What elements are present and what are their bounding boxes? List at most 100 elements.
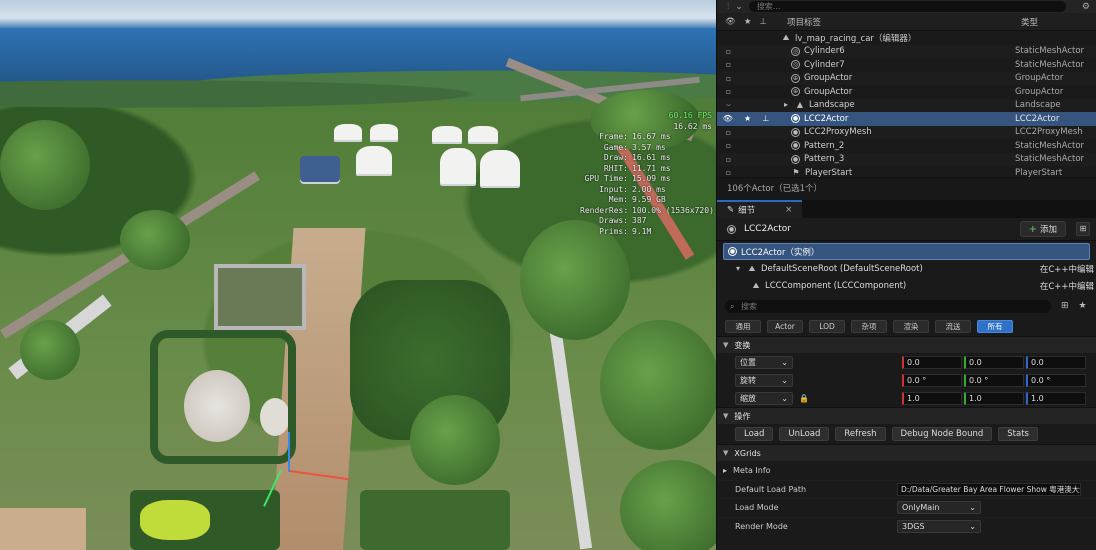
- component-row[interactable]: ⛰ LCCComponent (LCCComponent) 在C++中编辑: [717, 277, 1096, 294]
- location-z-field[interactable]: 0.0: [1026, 355, 1086, 369]
- viewport-path: [0, 508, 86, 550]
- stats-button[interactable]: Stats: [998, 427, 1038, 441]
- outliner-row[interactable]: ▫ ⊕ GroupActor GroupActor: [717, 71, 1096, 85]
- lock-icon[interactable]: ▫: [726, 74, 731, 83]
- outliner-row[interactable]: ▫ ● Pattern_2 StaticMeshActor: [717, 139, 1096, 153]
- rotation-y-field[interactable]: 0.0 °: [964, 373, 1024, 387]
- details-actor-name: LCC2Actor: [744, 224, 791, 234]
- expand-arrow-icon[interactable]: ▾: [733, 264, 743, 274]
- actor-icon: ●: [791, 127, 800, 137]
- render-mode-dropdown[interactable]: 3DGS ⌄: [897, 519, 981, 533]
- viewport-tent: [370, 124, 398, 140]
- category-misc[interactable]: 杂项: [851, 319, 887, 333]
- viewport-tent: [440, 148, 476, 184]
- pin-icon[interactable]: ⊥: [760, 17, 767, 27]
- location-x-field[interactable]: 0.0: [902, 355, 962, 369]
- column-type[interactable]: 类型: [1013, 16, 1096, 28]
- section-operations[interactable]: ▼ 操作: [717, 407, 1096, 424]
- settings-icon[interactable]: ⚙: [1082, 2, 1090, 12]
- rotation-dropdown[interactable]: 旋转 ⌄: [735, 373, 793, 387]
- debug-node-bound-button[interactable]: Debug Node Bound: [891, 427, 993, 441]
- edit-in-cpp-link[interactable]: 在C++中编辑: [1040, 280, 1096, 292]
- group-icon: ⊕: [791, 73, 800, 83]
- default-load-path-field[interactable]: D:/Data/Greater Bay Area Flower Show 粤港澳…: [897, 482, 1081, 496]
- category-rendering[interactable]: 渲染: [893, 319, 929, 333]
- viewport-tree: [410, 395, 500, 485]
- chevron-down-icon[interactable]: ⌄: [735, 2, 743, 12]
- visibility-eye-icon[interactable]: 👁: [725, 17, 736, 27]
- outliner-row[interactable]: ▫ ● Pattern_3 StaticMeshActor: [717, 152, 1096, 166]
- lock-icon[interactable]: ▫: [726, 87, 731, 96]
- stats-overlay: 60.16 FPS 16.62 ms Frame: 16.67 ms Game: 3…: [580, 111, 714, 237]
- location-y-field[interactable]: 0.0: [964, 355, 1024, 369]
- lock-icon[interactable]: 🔒: [799, 394, 809, 403]
- outliner-row[interactable]: ▫ ◎ Cylinder6 StaticMeshActor: [717, 44, 1096, 58]
- scale-x-field[interactable]: 1.0: [902, 391, 962, 405]
- visibility-eye-icon[interactable]: 👁: [723, 114, 733, 123]
- star-icon[interactable]: ★: [744, 114, 751, 123]
- transform-gizmo-z-axis[interactable]: [288, 432, 290, 472]
- add-component-button[interactable]: + 添加: [1019, 221, 1066, 237]
- outliner-row[interactable]: ⌣ ▸ ▲ Landscape Landscape: [717, 98, 1096, 112]
- outliner-row[interactable]: ▫ ● LCC2ProxyMesh LCC2ProxyMesh: [717, 125, 1096, 139]
- refresh-button[interactable]: Refresh: [835, 427, 886, 441]
- outliner-search-input[interactable]: 搜索...: [748, 1, 1066, 12]
- outliner-root-row[interactable]: ⛰ lv_map_racing_car（编辑器）: [717, 31, 1096, 45]
- lock-icon[interactable]: ▫: [726, 155, 731, 164]
- load-button[interactable]: Load: [735, 427, 774, 441]
- viewport-tree: [120, 210, 190, 270]
- edit-in-cpp-link[interactable]: 在C++中编辑: [1040, 263, 1096, 275]
- location-dropdown[interactable]: 位置 ⌄: [735, 355, 793, 369]
- collapse-icon[interactable]: ⌣: [726, 100, 731, 110]
- section-xgrids[interactable]: ▼ XGrids: [717, 444, 1096, 461]
- meta-info-row[interactable]: ▸ Meta Info: [717, 461, 1096, 480]
- close-icon[interactable]: ×: [785, 205, 792, 215]
- viewport-tent: [356, 146, 392, 174]
- component-tree: ● LCC2Actor（实例） ▾ ⛰ DefaultSceneRoot (De…: [717, 240, 1096, 294]
- search-icon: ⌕: [730, 301, 735, 311]
- lock-icon[interactable]: ▫: [726, 128, 731, 137]
- component-instance-row[interactable]: ● LCC2Actor（实例）: [723, 243, 1090, 260]
- lock-icon[interactable]: ▫: [726, 47, 731, 56]
- details-search-input[interactable]: ⌕ 搜索: [725, 299, 1051, 313]
- level-viewport[interactable]: 60.16 FPS 16.62 ms Frame: 16.67 ms Game: 3…: [0, 0, 716, 550]
- outliner-row[interactable]: ▫ ⚑ PlayerStart PlayerStart: [717, 166, 1096, 177]
- fps-readout: 60.16 FPS: [668, 111, 712, 120]
- rotation-x-field[interactable]: 0.0 °: [902, 373, 962, 387]
- rotation-z-field[interactable]: 0.0 °: [1026, 373, 1086, 387]
- star-icon[interactable]: ★: [744, 17, 752, 27]
- unload-button[interactable]: UnLoad: [779, 427, 830, 441]
- pin-icon[interactable]: ⊥: [762, 114, 769, 123]
- details-tabbar: ✎ 细节 ×: [717, 200, 1096, 218]
- viewport-hedge-garden: [150, 330, 296, 464]
- details-search-bar: ⌕ 搜索 ⊞ ★: [717, 296, 1096, 316]
- collapse-arrow-icon: ▼: [723, 341, 729, 349]
- lock-icon[interactable]: ▫: [726, 141, 731, 150]
- expand-arrow-icon[interactable]: ▸: [781, 100, 791, 110]
- category-general[interactable]: 通用: [725, 319, 761, 333]
- outliner-row-selected[interactable]: 👁 ★ ⊥ ● LCC2Actor LCC2Actor: [717, 112, 1096, 126]
- outliner-row[interactable]: ▫ ◎ Cylinder7 StaticMeshActor: [717, 58, 1096, 72]
- scale-dropdown[interactable]: 缩放 ⌄: [735, 391, 793, 405]
- category-all[interactable]: 所有: [977, 319, 1013, 333]
- category-lod[interactable]: LOD: [809, 319, 845, 333]
- lock-icon[interactable]: ▫: [726, 168, 731, 177]
- star-icon[interactable]: ★: [1079, 301, 1087, 311]
- lock-icon[interactable]: ▫: [726, 60, 731, 69]
- level-icon: ⛰: [782, 32, 790, 42]
- details-header: ● LCC2Actor + 添加 ⊞: [717, 218, 1096, 240]
- category-actor[interactable]: Actor: [767, 319, 803, 333]
- filter-icon[interactable]: ⫶: [727, 2, 729, 12]
- player-start-icon: ⚑: [792, 167, 800, 177]
- blueprint-icon[interactable]: ⊞: [1076, 222, 1090, 236]
- grid-view-icon[interactable]: ⊞: [1061, 301, 1069, 311]
- section-transform[interactable]: ▼ 变换: [717, 336, 1096, 353]
- load-mode-dropdown[interactable]: OnlyMain ⌄: [897, 501, 981, 515]
- component-row[interactable]: ▾ ⛰ DefaultSceneRoot (DefaultSceneRoot) …: [717, 260, 1096, 277]
- scale-y-field[interactable]: 1.0: [964, 391, 1024, 405]
- outliner-row[interactable]: ▫ ⊕ GroupActor GroupActor: [717, 85, 1096, 99]
- scale-z-field[interactable]: 1.0: [1026, 391, 1086, 405]
- category-streaming[interactable]: 流送: [935, 319, 971, 333]
- column-item-label[interactable]: 项目标签: [775, 16, 1013, 28]
- tab-details[interactable]: ✎ 细节 ×: [717, 200, 803, 218]
